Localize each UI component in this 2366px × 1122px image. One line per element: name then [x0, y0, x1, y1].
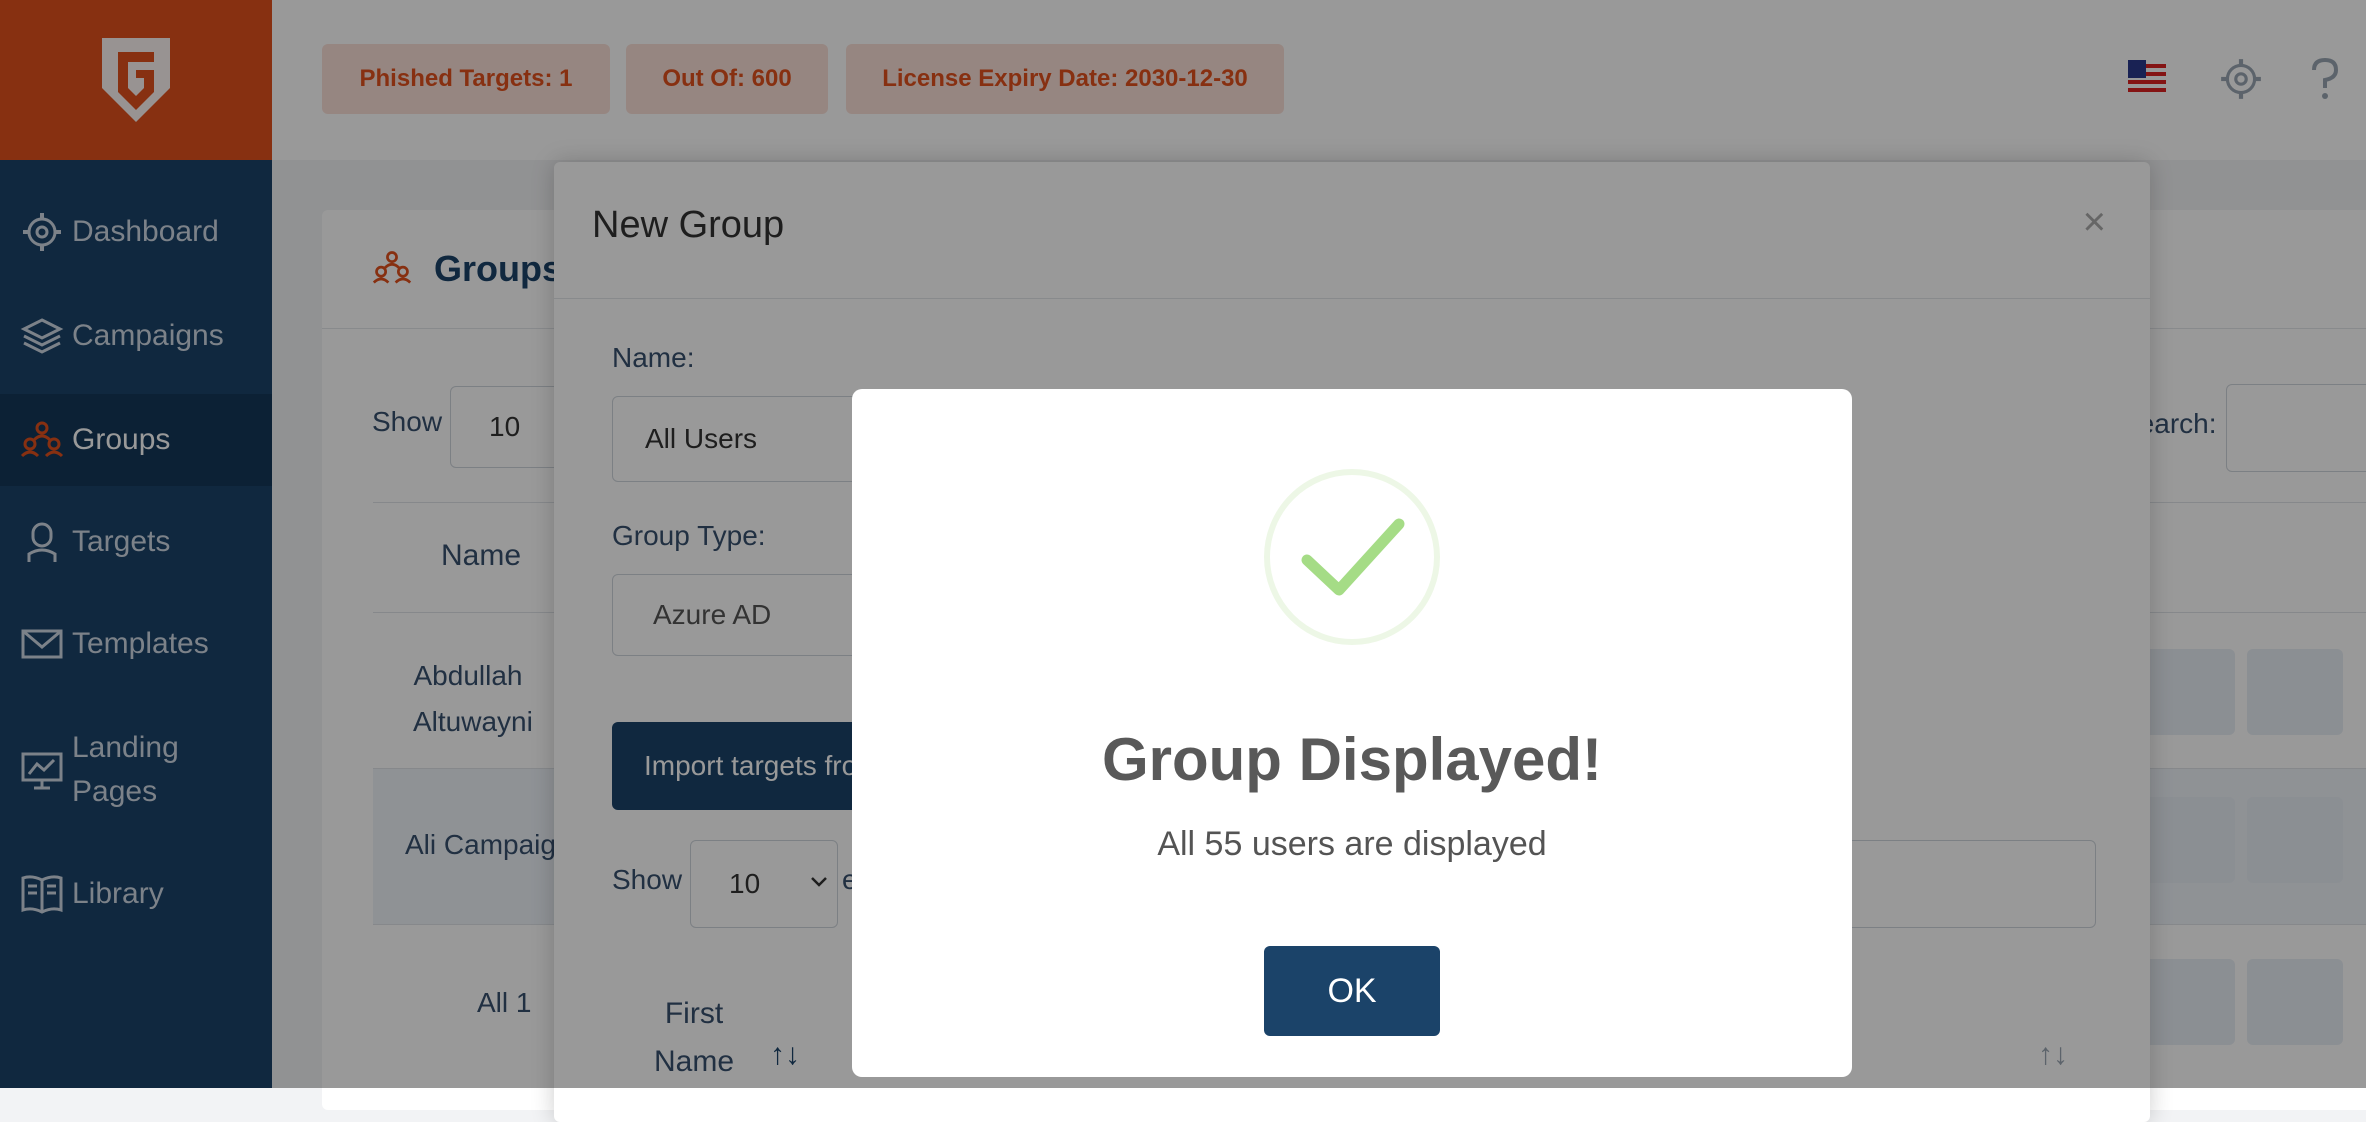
success-check-icon	[1264, 469, 1440, 645]
ok-button[interactable]: OK	[1264, 946, 1440, 1036]
success-alert: Group Displayed! All 55 users are displa…	[852, 389, 1852, 1077]
alert-title: Group Displayed!	[1101, 726, 1603, 793]
alert-message: All 55 users are displayed	[1157, 825, 1547, 863]
